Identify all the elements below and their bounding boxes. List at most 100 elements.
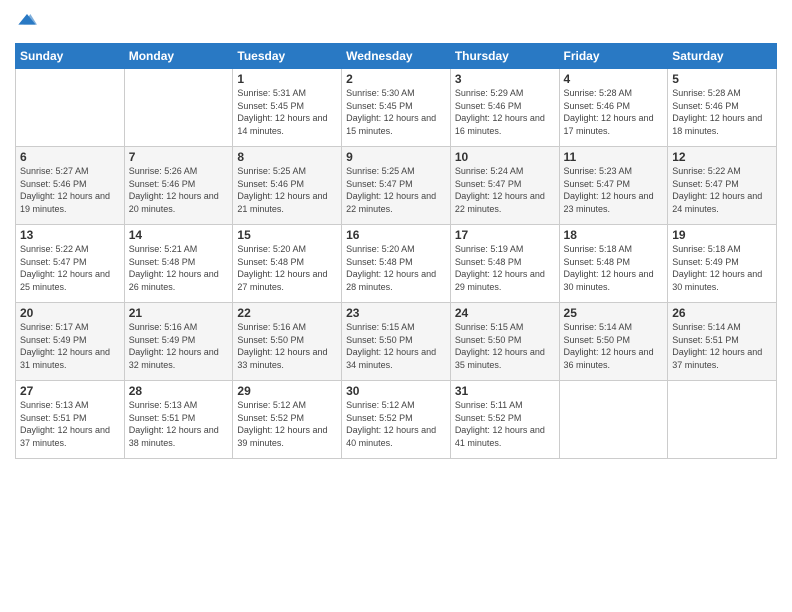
day-cell [559, 381, 668, 459]
daylight-text: Daylight: 12 hours and 32 minutes. [129, 346, 229, 371]
sunrise-text: Sunrise: 5:14 AM [564, 321, 664, 334]
sunrise-text: Sunrise: 5:12 AM [237, 399, 337, 412]
day-number: 14 [129, 228, 229, 242]
day-info: Sunrise: 5:20 AMSunset: 5:48 PMDaylight:… [346, 243, 446, 293]
day-cell: 18Sunrise: 5:18 AMSunset: 5:48 PMDayligh… [559, 225, 668, 303]
weekday-header-row: SundayMondayTuesdayWednesdayThursdayFrid… [16, 44, 777, 69]
day-number: 30 [346, 384, 446, 398]
day-number: 7 [129, 150, 229, 164]
sunrise-text: Sunrise: 5:28 AM [564, 87, 664, 100]
day-cell: 20Sunrise: 5:17 AMSunset: 5:49 PMDayligh… [16, 303, 125, 381]
weekday-header-friday: Friday [559, 44, 668, 69]
day-cell: 27Sunrise: 5:13 AMSunset: 5:51 PMDayligh… [16, 381, 125, 459]
day-cell: 30Sunrise: 5:12 AMSunset: 5:52 PMDayligh… [342, 381, 451, 459]
day-cell: 5Sunrise: 5:28 AMSunset: 5:46 PMDaylight… [668, 69, 777, 147]
day-info: Sunrise: 5:30 AMSunset: 5:45 PMDaylight:… [346, 87, 446, 137]
day-info: Sunrise: 5:15 AMSunset: 5:50 PMDaylight:… [455, 321, 555, 371]
day-info: Sunrise: 5:16 AMSunset: 5:49 PMDaylight:… [129, 321, 229, 371]
week-row-2: 6Sunrise: 5:27 AMSunset: 5:46 PMDaylight… [16, 147, 777, 225]
sunrise-text: Sunrise: 5:28 AM [672, 87, 772, 100]
day-cell: 1Sunrise: 5:31 AMSunset: 5:45 PMDaylight… [233, 69, 342, 147]
daylight-text: Daylight: 12 hours and 15 minutes. [346, 112, 446, 137]
day-info: Sunrise: 5:27 AMSunset: 5:46 PMDaylight:… [20, 165, 120, 215]
daylight-text: Daylight: 12 hours and 21 minutes. [237, 190, 337, 215]
sunset-text: Sunset: 5:52 PM [346, 412, 446, 425]
daylight-text: Daylight: 12 hours and 41 minutes. [455, 424, 555, 449]
day-cell: 17Sunrise: 5:19 AMSunset: 5:48 PMDayligh… [450, 225, 559, 303]
day-cell: 31Sunrise: 5:11 AMSunset: 5:52 PMDayligh… [450, 381, 559, 459]
day-number: 3 [455, 72, 555, 86]
day-cell: 8Sunrise: 5:25 AMSunset: 5:46 PMDaylight… [233, 147, 342, 225]
day-cell [16, 69, 125, 147]
day-info: Sunrise: 5:13 AMSunset: 5:51 PMDaylight:… [129, 399, 229, 449]
day-number: 20 [20, 306, 120, 320]
day-info: Sunrise: 5:13 AMSunset: 5:51 PMDaylight:… [20, 399, 120, 449]
sunset-text: Sunset: 5:47 PM [564, 178, 664, 191]
day-cell: 12Sunrise: 5:22 AMSunset: 5:47 PMDayligh… [668, 147, 777, 225]
daylight-text: Daylight: 12 hours and 25 minutes. [20, 268, 120, 293]
day-info: Sunrise: 5:21 AMSunset: 5:48 PMDaylight:… [129, 243, 229, 293]
day-cell: 11Sunrise: 5:23 AMSunset: 5:47 PMDayligh… [559, 147, 668, 225]
day-number: 24 [455, 306, 555, 320]
sunrise-text: Sunrise: 5:19 AM [455, 243, 555, 256]
day-cell: 16Sunrise: 5:20 AMSunset: 5:48 PMDayligh… [342, 225, 451, 303]
sunrise-text: Sunrise: 5:14 AM [672, 321, 772, 334]
day-info: Sunrise: 5:25 AMSunset: 5:47 PMDaylight:… [346, 165, 446, 215]
day-info: Sunrise: 5:14 AMSunset: 5:51 PMDaylight:… [672, 321, 772, 371]
day-info: Sunrise: 5:12 AMSunset: 5:52 PMDaylight:… [237, 399, 337, 449]
sunset-text: Sunset: 5:48 PM [129, 256, 229, 269]
day-number: 22 [237, 306, 337, 320]
sunset-text: Sunset: 5:46 PM [455, 100, 555, 113]
sunset-text: Sunset: 5:46 PM [237, 178, 337, 191]
daylight-text: Daylight: 12 hours and 31 minutes. [20, 346, 120, 371]
sunset-text: Sunset: 5:52 PM [455, 412, 555, 425]
sunrise-text: Sunrise: 5:12 AM [346, 399, 446, 412]
daylight-text: Daylight: 12 hours and 26 minutes. [129, 268, 229, 293]
day-number: 9 [346, 150, 446, 164]
day-info: Sunrise: 5:11 AMSunset: 5:52 PMDaylight:… [455, 399, 555, 449]
sunrise-text: Sunrise: 5:16 AM [129, 321, 229, 334]
daylight-text: Daylight: 12 hours and 33 minutes. [237, 346, 337, 371]
sunrise-text: Sunrise: 5:24 AM [455, 165, 555, 178]
sunset-text: Sunset: 5:50 PM [455, 334, 555, 347]
week-row-3: 13Sunrise: 5:22 AMSunset: 5:47 PMDayligh… [16, 225, 777, 303]
daylight-text: Daylight: 12 hours and 22 minutes. [346, 190, 446, 215]
day-cell: 23Sunrise: 5:15 AMSunset: 5:50 PMDayligh… [342, 303, 451, 381]
day-info: Sunrise: 5:23 AMSunset: 5:47 PMDaylight:… [564, 165, 664, 215]
day-number: 13 [20, 228, 120, 242]
weekday-header-tuesday: Tuesday [233, 44, 342, 69]
daylight-text: Daylight: 12 hours and 18 minutes. [672, 112, 772, 137]
sunset-text: Sunset: 5:47 PM [455, 178, 555, 191]
day-info: Sunrise: 5:26 AMSunset: 5:46 PMDaylight:… [129, 165, 229, 215]
header [15, 10, 777, 35]
day-number: 23 [346, 306, 446, 320]
weekday-header-monday: Monday [124, 44, 233, 69]
logo-icon [17, 10, 37, 30]
day-cell: 3Sunrise: 5:29 AMSunset: 5:46 PMDaylight… [450, 69, 559, 147]
calendar: SundayMondayTuesdayWednesdayThursdayFrid… [15, 43, 777, 459]
page: SundayMondayTuesdayWednesdayThursdayFrid… [0, 0, 792, 612]
week-row-4: 20Sunrise: 5:17 AMSunset: 5:49 PMDayligh… [16, 303, 777, 381]
day-cell: 14Sunrise: 5:21 AMSunset: 5:48 PMDayligh… [124, 225, 233, 303]
day-cell: 6Sunrise: 5:27 AMSunset: 5:46 PMDaylight… [16, 147, 125, 225]
weekday-header-wednesday: Wednesday [342, 44, 451, 69]
sunrise-text: Sunrise: 5:31 AM [237, 87, 337, 100]
day-cell: 4Sunrise: 5:28 AMSunset: 5:46 PMDaylight… [559, 69, 668, 147]
weekday-header-sunday: Sunday [16, 44, 125, 69]
sunset-text: Sunset: 5:49 PM [672, 256, 772, 269]
sunset-text: Sunset: 5:45 PM [237, 100, 337, 113]
day-info: Sunrise: 5:20 AMSunset: 5:48 PMDaylight:… [237, 243, 337, 293]
day-number: 2 [346, 72, 446, 86]
sunset-text: Sunset: 5:46 PM [672, 100, 772, 113]
day-cell [668, 381, 777, 459]
day-info: Sunrise: 5:29 AMSunset: 5:46 PMDaylight:… [455, 87, 555, 137]
day-number: 17 [455, 228, 555, 242]
day-info: Sunrise: 5:28 AMSunset: 5:46 PMDaylight:… [564, 87, 664, 137]
daylight-text: Daylight: 12 hours and 34 minutes. [346, 346, 446, 371]
day-info: Sunrise: 5:22 AMSunset: 5:47 PMDaylight:… [20, 243, 120, 293]
day-number: 4 [564, 72, 664, 86]
day-info: Sunrise: 5:18 AMSunset: 5:48 PMDaylight:… [564, 243, 664, 293]
weekday-header-saturday: Saturday [668, 44, 777, 69]
daylight-text: Daylight: 12 hours and 37 minutes. [20, 424, 120, 449]
sunrise-text: Sunrise: 5:27 AM [20, 165, 120, 178]
